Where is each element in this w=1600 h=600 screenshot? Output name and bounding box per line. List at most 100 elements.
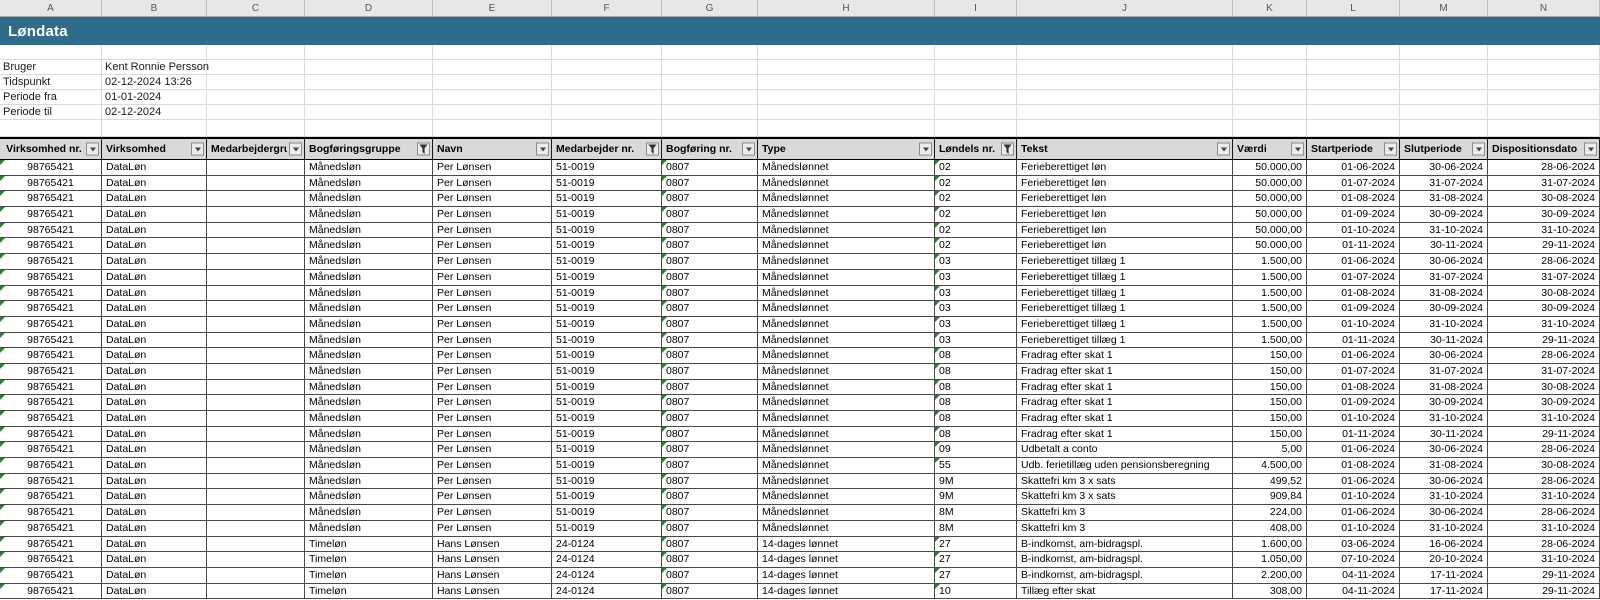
cell-vaerdi[interactable]: 50.000,00: [1233, 176, 1307, 192]
cell-slutperiode[interactable]: 30-09-2024: [1400, 301, 1488, 317]
cell-medarbejder-nr[interactable]: 51-0019: [552, 348, 662, 364]
cell-medarbejdergruppe[interactable]: [207, 270, 305, 286]
cell-vaerdi[interactable]: 1.600,00: [1233, 537, 1307, 553]
info-cell[interactable]: [552, 60, 662, 75]
info-label[interactable]: Bruger: [0, 60, 102, 75]
cell-virksomhed[interactable]: DataLøn: [102, 505, 207, 521]
cell-virksomhed[interactable]: DataLøn: [102, 489, 207, 505]
info-cell[interactable]: [1233, 45, 1307, 60]
cell-loendels-nr[interactable]: 08: [935, 411, 1017, 427]
info-cell[interactable]: [433, 120, 552, 137]
cell-vaerdi[interactable]: 1.500,00: [1233, 254, 1307, 270]
column-letter-d[interactable]: D: [305, 0, 433, 16]
info-cell[interactable]: [207, 105, 305, 120]
cell-virksomhed[interactable]: DataLøn: [102, 584, 207, 600]
cell-bogfoering-nr[interactable]: 0807: [662, 537, 758, 553]
column-header-virksomhed-nr[interactable]: Virksomhed nr.: [0, 139, 102, 159]
column-header-loendels-nr[interactable]: Løndels nr.: [935, 139, 1017, 159]
column-header-vaerdi[interactable]: Værdi: [1233, 139, 1307, 159]
cell-startperiode[interactable]: 01-11-2024: [1307, 427, 1400, 443]
cell-medarbejder-nr[interactable]: 51-0019: [552, 458, 662, 474]
cell-vaerdi[interactable]: 50.000,00: [1233, 191, 1307, 207]
report-title-bar[interactable]: Løndata: [0, 17, 1600, 45]
cell-tekst[interactable]: Ferieberettiget løn: [1017, 238, 1233, 254]
cell-bogfoering-nr[interactable]: 0807: [662, 286, 758, 302]
filter-button-bogfoering-nr[interactable]: [742, 143, 755, 156]
cell-bogfoeringsgruppe[interactable]: Månedsløn: [305, 191, 433, 207]
cell-virksomhed[interactable]: DataLøn: [102, 442, 207, 458]
cell-startperiode[interactable]: 07-10-2024: [1307, 552, 1400, 568]
cell-medarbejdergruppe[interactable]: [207, 301, 305, 317]
column-header-tekst[interactable]: Tekst: [1017, 139, 1233, 159]
cell-loendels-nr[interactable]: 27: [935, 537, 1017, 553]
column-letter-g[interactable]: G: [662, 0, 758, 16]
cell-vaerdi[interactable]: 2.200,00: [1233, 568, 1307, 584]
cell-virksomhed[interactable]: DataLøn: [102, 411, 207, 427]
cell-medarbejdergruppe[interactable]: [207, 521, 305, 537]
cell-type[interactable]: Månedslønnet: [758, 458, 935, 474]
cell-navn[interactable]: Per Lønsen: [433, 333, 552, 349]
cell-virksomhed-nr[interactable]: 98765421: [0, 521, 102, 537]
cell-virksomhed[interactable]: DataLøn: [102, 270, 207, 286]
cell-startperiode[interactable]: 01-10-2024: [1307, 489, 1400, 505]
cell-loendels-nr[interactable]: 08: [935, 364, 1017, 380]
cell-navn[interactable]: Per Lønsen: [433, 238, 552, 254]
cell-startperiode[interactable]: 01-11-2024: [1307, 333, 1400, 349]
column-letter-i[interactable]: I: [935, 0, 1017, 16]
info-cell[interactable]: [305, 105, 433, 120]
info-cell[interactable]: [102, 120, 207, 137]
cell-bogfoeringsgruppe[interactable]: Månedsløn: [305, 521, 433, 537]
cell-dispositionsdato[interactable]: 31-10-2024: [1488, 223, 1600, 239]
cell-loendels-nr[interactable]: 08: [935, 380, 1017, 396]
cell-dispositionsdato[interactable]: 28-06-2024: [1488, 474, 1600, 490]
info-cell[interactable]: [662, 90, 758, 105]
cell-medarbejder-nr[interactable]: 51-0019: [552, 223, 662, 239]
cell-vaerdi[interactable]: 1.500,00: [1233, 317, 1307, 333]
cell-dispositionsdato[interactable]: 28-06-2024: [1488, 348, 1600, 364]
cell-loendels-nr[interactable]: 02: [935, 207, 1017, 223]
cell-loendels-nr[interactable]: 02: [935, 223, 1017, 239]
cell-startperiode[interactable]: 01-08-2024: [1307, 458, 1400, 474]
info-cell[interactable]: [433, 105, 552, 120]
cell-virksomhed[interactable]: DataLøn: [102, 568, 207, 584]
info-cell[interactable]: [758, 45, 935, 60]
info-cell[interactable]: [1307, 120, 1400, 137]
cell-medarbejdergruppe[interactable]: [207, 207, 305, 223]
cell-medarbejder-nr[interactable]: 51-0019: [552, 427, 662, 443]
cell-dispositionsdato[interactable]: 31-07-2024: [1488, 270, 1600, 286]
column-header-dispositionsdato[interactable]: Dispositionsdato: [1488, 139, 1600, 159]
cell-navn[interactable]: Per Lønsen: [433, 411, 552, 427]
cell-slutperiode[interactable]: 30-11-2024: [1400, 238, 1488, 254]
cell-bogfoering-nr[interactable]: 0807: [662, 395, 758, 411]
cell-medarbejder-nr[interactable]: 51-0019: [552, 270, 662, 286]
cell-slutperiode[interactable]: 30-09-2024: [1400, 395, 1488, 411]
cell-dispositionsdato[interactable]: 31-10-2024: [1488, 317, 1600, 333]
cell-virksomhed-nr[interactable]: 98765421: [0, 552, 102, 568]
info-cell[interactable]: [207, 60, 305, 75]
cell-tekst[interactable]: Ferieberettiget løn: [1017, 191, 1233, 207]
cell-vaerdi[interactable]: 408,00: [1233, 521, 1307, 537]
cell-loendels-nr[interactable]: 9M: [935, 489, 1017, 505]
cell-medarbejdergruppe[interactable]: [207, 537, 305, 553]
cell-slutperiode[interactable]: 31-07-2024: [1400, 270, 1488, 286]
cell-medarbejder-nr[interactable]: 51-0019: [552, 160, 662, 176]
cell-navn[interactable]: Per Lønsen: [433, 317, 552, 333]
cell-virksomhed-nr[interactable]: 98765421: [0, 160, 102, 176]
cell-medarbejdergruppe[interactable]: [207, 458, 305, 474]
cell-tekst[interactable]: Fradrag efter skat 1: [1017, 395, 1233, 411]
info-label[interactable]: Periode til: [0, 105, 102, 120]
cell-tekst[interactable]: Ferieberettiget tillæg 1: [1017, 270, 1233, 286]
cell-startperiode[interactable]: 04-11-2024: [1307, 584, 1400, 600]
filter-button-slutperiode[interactable]: [1472, 143, 1485, 156]
cell-dispositionsdato[interactable]: 31-10-2024: [1488, 411, 1600, 427]
cell-bogfoering-nr[interactable]: 0807: [662, 505, 758, 521]
info-cell[interactable]: [935, 90, 1017, 105]
cell-medarbejdergruppe[interactable]: [207, 348, 305, 364]
cell-medarbejder-nr[interactable]: 51-0019: [552, 364, 662, 380]
info-cell[interactable]: [1488, 105, 1600, 120]
cell-virksomhed-nr[interactable]: 98765421: [0, 395, 102, 411]
cell-bogfoeringsgruppe[interactable]: Månedsløn: [305, 427, 433, 443]
cell-slutperiode[interactable]: 30-09-2024: [1400, 207, 1488, 223]
filter-button-virksomhed-nr[interactable]: [86, 143, 99, 156]
cell-virksomhed[interactable]: DataLøn: [102, 301, 207, 317]
